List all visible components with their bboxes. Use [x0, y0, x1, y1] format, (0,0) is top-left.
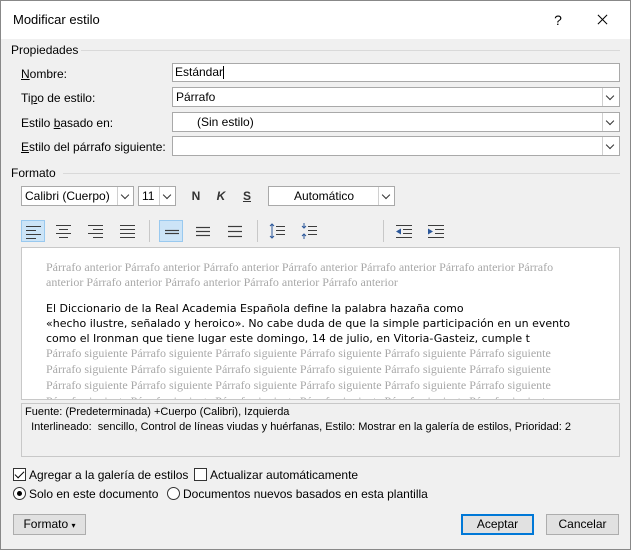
new-documents-radio[interactable] [167, 487, 180, 500]
increase-indent-button[interactable] [424, 220, 448, 242]
text-cursor [223, 66, 225, 80]
description-line: Fuente: (Predeterminada) +Cuerpo (Calibr… [25, 406, 290, 418]
justify-icon [120, 225, 135, 238]
description-line: Interlineado: sencillo, Control de línea… [25, 421, 572, 433]
next-paragraph-label: Estilo del párrafo siguiente: [21, 140, 166, 154]
format-divider [63, 173, 620, 174]
sample-text-line: «hecho ilustre, señalado y heroico». No … [46, 317, 571, 330]
decrease-paragraph-spacing-icon [301, 223, 317, 239]
close-icon[interactable] [585, 5, 619, 35]
auto-update-label[interactable]: Actualizar automáticamente [210, 468, 358, 482]
style-type-label: Tipo de estilo: [21, 91, 96, 105]
sample-text-line: El Diccionario de la Real Academia Españ… [46, 302, 464, 315]
italic-button[interactable]: K [211, 187, 231, 205]
properties-divider [81, 50, 620, 51]
ok-button[interactable]: Aceptar [461, 514, 534, 535]
based-on-label: Estilo basado en: [21, 116, 114, 130]
help-button[interactable]: ? [541, 5, 575, 35]
based-on-value: (Sin estilo) [197, 115, 254, 129]
align-left-button[interactable] [21, 220, 45, 242]
font-value: Calibri (Cuerpo) [25, 189, 110, 203]
only-this-document-label[interactable]: Solo en este documento [29, 487, 158, 501]
title-bar: Modificar estilo ? [1, 1, 630, 39]
dialog-title: Modificar estilo [13, 12, 100, 27]
name-field-value: Estándar [175, 65, 224, 79]
format-section-label: Formato [11, 166, 56, 180]
decrease-indent-icon [396, 225, 412, 238]
chevron-down-icon[interactable] [602, 113, 619, 131]
one-half-spacing-button[interactable] [191, 220, 215, 242]
next-paragraph-line: Párrafo siguiente Párrafo siguiente Párr… [46, 394, 606, 399]
align-center-icon [56, 225, 71, 238]
double-spacing-icon [228, 225, 242, 238]
next-paragraph-select[interactable] [172, 136, 620, 156]
cancel-button[interactable]: Cancelar [546, 514, 619, 535]
justify-button[interactable] [116, 220, 140, 242]
decrease-indent-button[interactable] [392, 220, 416, 242]
increase-indent-icon [428, 225, 444, 238]
style-description: Fuente: (Predeterminada) +Cuerpo (Calibr… [21, 403, 620, 457]
increase-paragraph-spacing-button[interactable] [265, 220, 289, 242]
format-menu-label: Formato [23, 517, 69, 531]
add-to-gallery-label[interactable]: Agregar a la galería de estilos [29, 468, 188, 482]
align-right-icon [88, 225, 103, 238]
previous-paragraph-line: anterior Párrafo anterior Párrafo anteri… [46, 275, 398, 289]
style-type-value: Párrafo [176, 90, 216, 104]
dropdown-arrow-icon: ▾ [71, 521, 76, 530]
name-label: Nombre: [21, 67, 68, 81]
auto-update-checkbox[interactable] [194, 468, 207, 481]
chevron-down-icon[interactable] [159, 187, 175, 205]
properties-section-label: Propiedades [11, 43, 79, 57]
modify-style-dialog: Modificar estilo ? Propiedades Nombre: E… [0, 0, 631, 550]
one-half-spacing-icon [196, 226, 210, 237]
increase-paragraph-spacing-icon [269, 223, 285, 239]
double-spacing-button[interactable] [223, 220, 247, 242]
bold-button[interactable]: N [186, 187, 206, 205]
chevron-down-icon[interactable] [378, 187, 394, 205]
align-right-button[interactable] [84, 220, 108, 242]
single-spacing-button[interactable] [159, 220, 183, 242]
single-spacing-icon [165, 229, 179, 235]
style-type-select[interactable]: Párrafo [172, 87, 620, 107]
align-center-button[interactable] [52, 220, 76, 242]
toolbar-separator [383, 220, 384, 242]
font-color-select[interactable]: Automático [268, 186, 395, 206]
next-paragraph-line: Párrafo siguiente Párrafo siguiente Párr… [46, 362, 551, 376]
font-select[interactable]: Calibri (Cuerpo) [21, 186, 134, 206]
only-this-document-radio[interactable] [13, 487, 26, 500]
toolbar-separator [257, 220, 258, 242]
sample-text-line: como el Ironman que tiene lugar este dom… [46, 332, 530, 345]
next-paragraph-line: Párrafo siguiente Párrafo siguiente Párr… [46, 346, 551, 360]
next-paragraph-line: Párrafo siguiente Párrafo siguiente Párr… [46, 378, 551, 392]
decrease-paragraph-spacing-button[interactable] [297, 220, 321, 242]
name-field[interactable]: Estándar [172, 63, 620, 82]
add-to-gallery-checkbox[interactable] [13, 468, 26, 481]
based-on-select[interactable]: (Sin estilo) [172, 112, 620, 132]
underline-button[interactable]: S [237, 187, 257, 205]
chevron-down-icon[interactable] [602, 137, 619, 155]
previous-paragraph-line: Párrafo anterior Párrafo anterior Párraf… [46, 260, 554, 274]
chevron-down-icon[interactable] [117, 187, 133, 205]
format-menu-button[interactable]: Formato ▾ [13, 514, 86, 535]
font-size-select[interactable]: 11 [138, 186, 176, 206]
new-documents-label[interactable]: Documentos nuevos basados en esta planti… [183, 487, 428, 501]
style-preview: Párrafo anterior Párrafo anterior Párraf… [21, 247, 620, 400]
chevron-down-icon[interactable] [602, 88, 619, 106]
font-size-value: 11 [142, 189, 155, 203]
font-color-value: Automático [294, 189, 355, 203]
toolbar-separator [149, 220, 150, 242]
align-left-icon [26, 226, 41, 239]
